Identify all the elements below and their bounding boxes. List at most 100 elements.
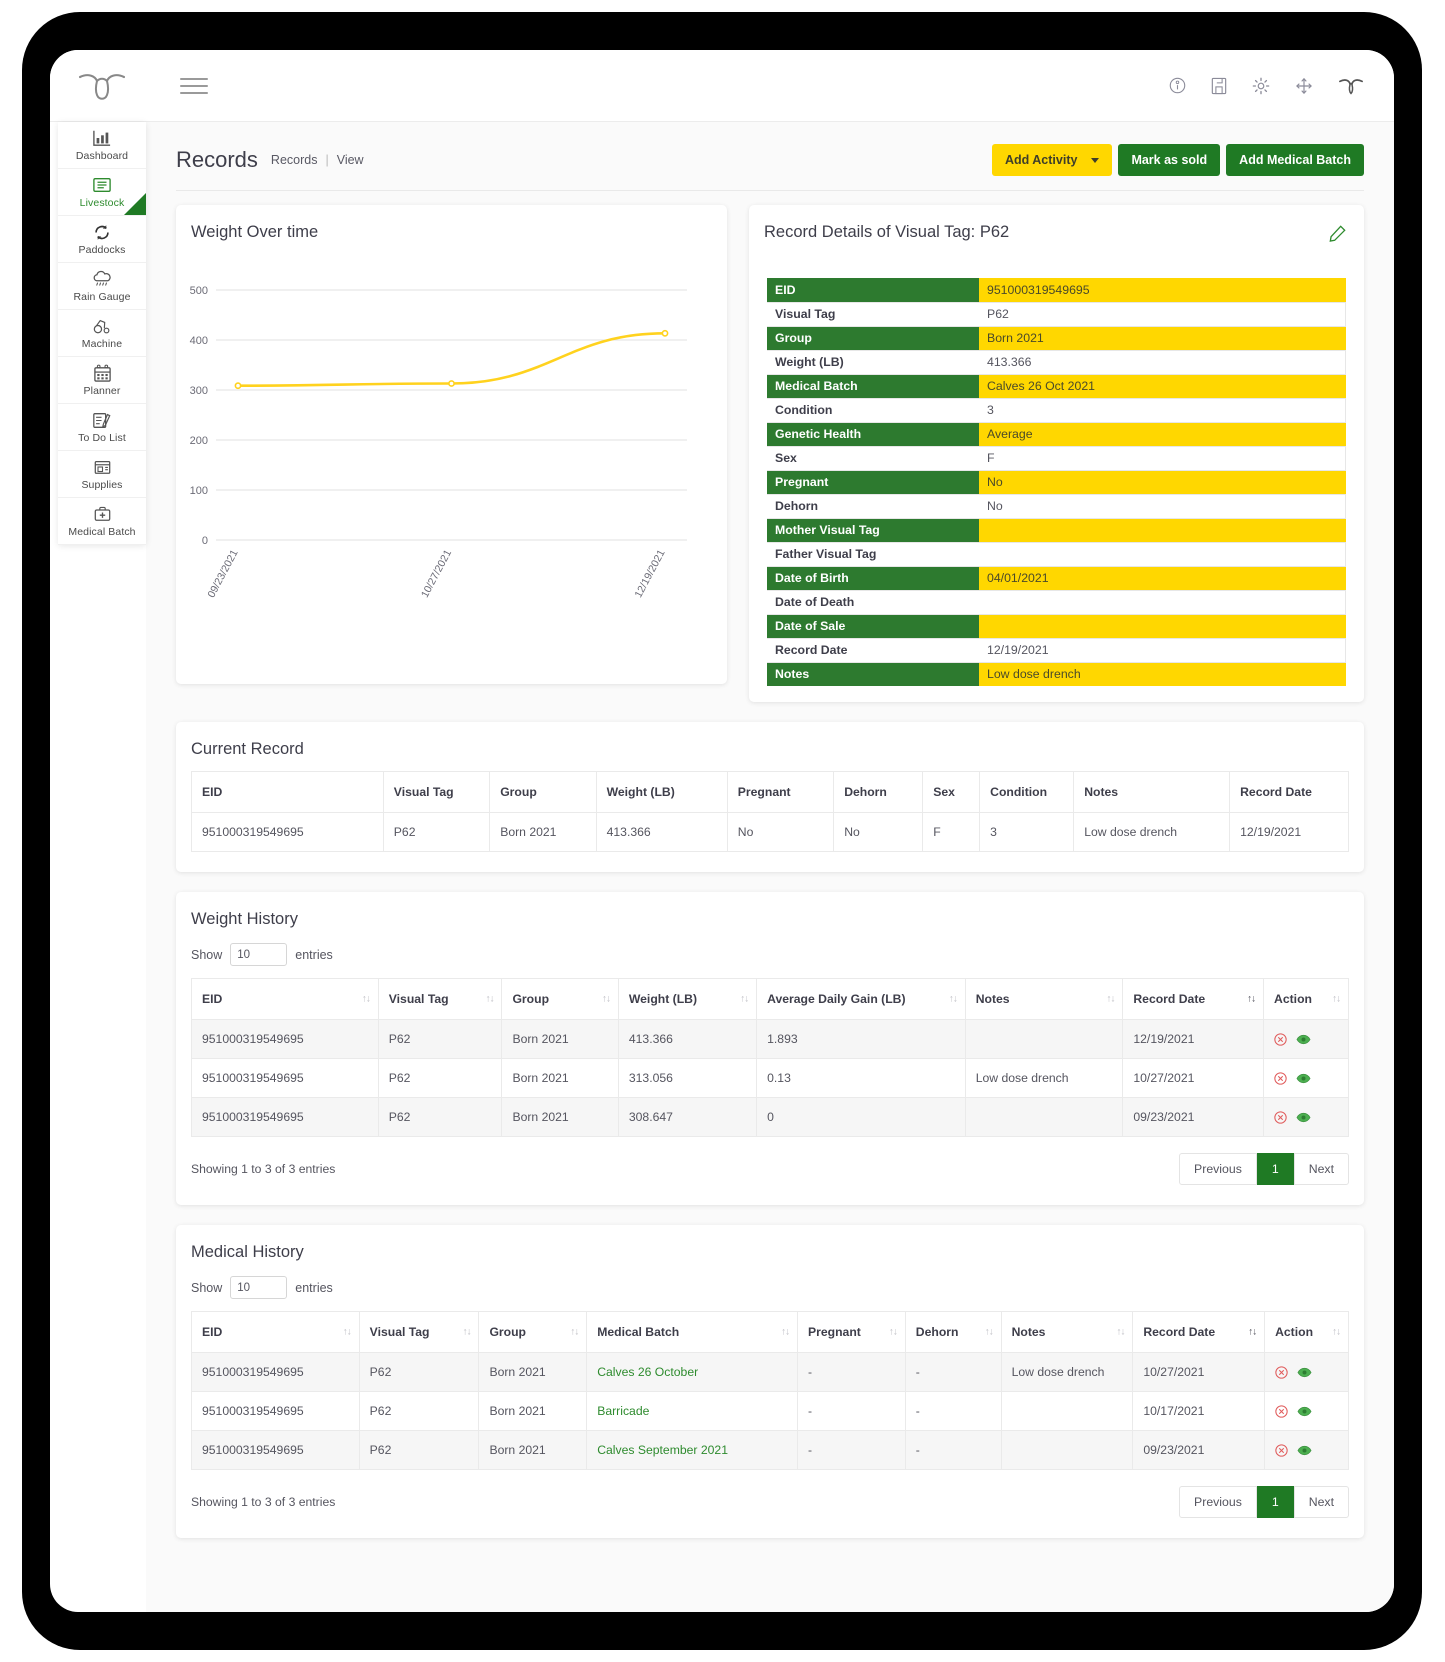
sort-icon[interactable]: ↑↓ (462, 1327, 470, 1338)
pagination-previous[interactable]: Previous (1179, 1486, 1257, 1518)
add-activity-button[interactable]: Add Activity (992, 144, 1112, 176)
delete-icon[interactable] (1275, 1444, 1288, 1457)
sort-icon[interactable]: ↑↓ (1248, 1327, 1256, 1338)
svg-text:100: 100 (190, 485, 208, 497)
column-header-eid[interactable]: EID↑↓ (192, 979, 379, 1020)
sidebar-item-to-do-list[interactable]: To Do List (58, 404, 146, 451)
column-header-pregnant[interactable]: Pregnant↑↓ (798, 1312, 906, 1353)
hamburger-menu-icon[interactable] (180, 78, 208, 94)
table-row: 951000319549695P62Born 2021Calves Septem… (192, 1431, 1349, 1470)
save-icon[interactable] (1211, 77, 1227, 95)
sort-icon[interactable]: ↑↓ (1106, 994, 1114, 1005)
sort-icon[interactable]: ↑↓ (985, 1327, 993, 1338)
sidebar-item-label: Paddocks (79, 244, 126, 256)
action-buttons (1274, 1033, 1338, 1046)
column-header-pregnant: Pregnant (727, 772, 833, 813)
detail-value: Low dose drench (979, 662, 1346, 686)
pencil-icon[interactable] (1329, 225, 1346, 247)
sidebar-item-dashboard[interactable]: Dashboard (58, 122, 146, 169)
sort-icon[interactable]: ↑↓ (1247, 994, 1255, 1005)
gear-icon[interactable] (1252, 77, 1270, 95)
detail-row: Visual TagP62 (767, 302, 1346, 326)
sidebar-item-machine[interactable]: Machine (58, 310, 146, 357)
column-header-record-date[interactable]: Record Date↑↓ (1123, 979, 1264, 1020)
show-label: Show (191, 948, 222, 962)
sidebar-item-planner[interactable]: Planner (58, 357, 146, 404)
delete-icon[interactable] (1275, 1405, 1288, 1418)
mark-as-sold-button[interactable]: Mark as sold (1118, 144, 1220, 176)
view-icon[interactable] (1297, 1367, 1312, 1378)
sort-icon[interactable]: ↑↓ (485, 994, 493, 1005)
sidebar-item-supplies[interactable]: Supplies (58, 451, 146, 498)
medical-batch-link[interactable]: Barricade (597, 1404, 649, 1418)
breadcrumb-separator: | (325, 153, 328, 167)
pagination-next[interactable]: Next (1294, 1153, 1349, 1185)
column-header-visual-tag: Visual Tag (383, 772, 489, 813)
delete-icon[interactable] (1274, 1072, 1287, 1085)
column-header-action[interactable]: Action↑↓ (1264, 979, 1349, 1020)
column-header-group[interactable]: Group↑↓ (479, 1312, 587, 1353)
delete-icon[interactable] (1274, 1033, 1287, 1046)
sort-icon[interactable]: ↑↓ (362, 994, 370, 1005)
detail-row: Father Visual Tag (767, 542, 1346, 566)
column-header-eid[interactable]: EID↑↓ (192, 1312, 360, 1353)
sort-icon[interactable]: ↑↓ (1332, 994, 1340, 1005)
table-cell: Low dose drench (1001, 1353, 1133, 1392)
column-header-notes[interactable]: Notes↑↓ (1001, 1312, 1133, 1353)
view-icon[interactable] (1297, 1445, 1312, 1456)
column-header-record-date[interactable]: Record Date↑↓ (1133, 1312, 1265, 1353)
delete-icon[interactable] (1275, 1366, 1288, 1379)
sort-icon[interactable]: ↑↓ (1332, 1327, 1340, 1338)
move-icon[interactable] (1295, 77, 1313, 95)
table-cell: 951000319549695 (192, 1020, 379, 1059)
sort-icon[interactable]: ↑↓ (602, 994, 610, 1005)
view-icon[interactable] (1296, 1034, 1311, 1045)
cattle-icon[interactable] (1338, 76, 1364, 96)
breadcrumb-records[interactable]: Records (271, 153, 318, 167)
column-header-average-daily-gain-lb[interactable]: Average Daily Gain (LB)↑↓ (757, 979, 966, 1020)
breadcrumb-view[interactable]: View (337, 153, 364, 167)
view-icon[interactable] (1297, 1406, 1312, 1417)
longhorn-logo-icon[interactable] (50, 70, 154, 102)
sidebar-item-livestock[interactable]: Livestock (58, 169, 146, 216)
column-header-action[interactable]: Action↑↓ (1265, 1312, 1349, 1353)
table-cell: Calves 26 October (587, 1353, 798, 1392)
pagination-page-1[interactable]: 1 (1257, 1153, 1294, 1185)
sidebar-item-rain-gauge[interactable]: Rain Gauge (58, 263, 146, 310)
column-header-visual-tag[interactable]: Visual Tag↑↓ (359, 1312, 479, 1353)
action-cell (1265, 1431, 1349, 1470)
table-cell: Born 2021 (479, 1353, 587, 1392)
add-medical-batch-button[interactable]: Add Medical Batch (1226, 144, 1364, 176)
pagination-previous[interactable]: Previous (1179, 1153, 1257, 1185)
detail-key: Medical Batch (767, 374, 979, 398)
info-icon[interactable] (1169, 77, 1186, 94)
page-size-input[interactable] (230, 943, 287, 966)
sidebar-item-medical-batch[interactable]: Medical Batch (58, 498, 146, 545)
sort-icon[interactable]: ↑↓ (570, 1327, 578, 1338)
pagination-next[interactable]: Next (1294, 1486, 1349, 1518)
view-icon[interactable] (1296, 1112, 1311, 1123)
sort-icon[interactable]: ↑↓ (343, 1327, 351, 1338)
column-header-dehorn[interactable]: Dehorn↑↓ (905, 1312, 1001, 1353)
sort-icon[interactable]: ↑↓ (889, 1327, 897, 1338)
sidebar-item-paddocks[interactable]: Paddocks (58, 216, 146, 263)
medical-batch-link[interactable]: Calves September 2021 (597, 1443, 728, 1457)
column-header-notes[interactable]: Notes↑↓ (965, 979, 1123, 1020)
record-details-title: Record Details of Visual Tag: P62 (749, 205, 1364, 242)
column-header-medical-batch[interactable]: Medical Batch↑↓ (587, 1312, 798, 1353)
sort-icon[interactable]: ↑↓ (949, 994, 957, 1005)
delete-icon[interactable] (1274, 1111, 1287, 1124)
sort-icon[interactable]: ↑↓ (1116, 1327, 1124, 1338)
page-size-input[interactable] (230, 1276, 287, 1299)
column-header-group[interactable]: Group↑↓ (502, 979, 618, 1020)
medical-batch-link[interactable]: Calves 26 October (597, 1365, 698, 1379)
sort-icon[interactable]: ↑↓ (740, 994, 748, 1005)
detail-key: Weight (LB) (767, 350, 979, 374)
table-cell: P62 (378, 1098, 502, 1137)
column-header-visual-tag[interactable]: Visual Tag↑↓ (378, 979, 502, 1020)
pagination-page-1[interactable]: 1 (1257, 1486, 1294, 1518)
view-icon[interactable] (1296, 1073, 1311, 1084)
sort-icon[interactable]: ↑↓ (781, 1327, 789, 1338)
column-header-weight-lb[interactable]: Weight (LB)↑↓ (618, 979, 756, 1020)
medical-history-card: Medical History Show entries EID↑↓Visual… (176, 1225, 1364, 1538)
